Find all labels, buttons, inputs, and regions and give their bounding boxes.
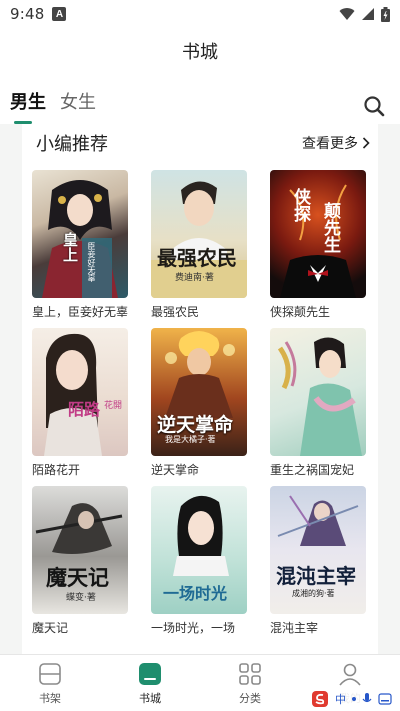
search-icon[interactable] [362,94,386,118]
section-title: 小编推荐 [36,134,108,155]
book-card[interactable]: 皇上 臣妾好无辜 皇上，臣妾好无辜 [32,170,128,328]
book-card[interactable]: 混沌主宰 成湘的狗·著 混沌主宰 [270,486,366,644]
book-cover: 一场时光 [151,486,247,614]
cover-subtitle: 臣妾好无辜 [87,242,96,282]
cover-title: 陌路 [68,400,101,419]
book-cover: 侠探 颠先生 [270,170,366,298]
book-card[interactable]: 一场时光 一场时光，一场 [151,486,247,644]
book-card[interactable]: 魔天记 蝶变·著 魔天记 [32,486,128,644]
book-card[interactable]: 侠探 颠先生 侠探颠先生 [270,170,366,328]
bookshelf-icon [39,663,61,685]
status-icons [339,6,390,22]
cover-title: 侠探 [290,188,310,222]
ime-dot-icon [352,697,356,701]
nav-bookstore[interactable]: 书城 [100,655,200,711]
book-card[interactable]: 逆天掌命 我是大橘子·著 逆天掌命 [151,328,247,486]
battery-icon [381,6,390,22]
book-cover: 混沌主宰 成湘的狗·著 [270,486,366,614]
cover-subtitle: 我是大橘子·著 [165,435,216,444]
nav-label: 分类 [239,692,261,705]
cover-title: 一场时光 [163,584,228,603]
book-cover: 最强农民 费迪南·著 [151,170,247,298]
cover-title: 混沌主宰 [276,564,356,588]
cover-subtitle: 颠先生 [320,202,340,253]
section-header: 小编推荐 查看更多 [36,128,370,158]
cover-subtitle: 蝶变·著 [66,593,96,603]
wifi-icon [339,8,355,20]
book-title: 一场时光，一场 [151,621,236,635]
notification-icon: A [52,7,67,21]
ime-label: 中 [335,693,346,706]
cover-subtitle: 花開 [104,401,123,411]
book-title: 魔天记 [32,621,69,635]
sogou-icon [312,691,328,707]
book-cover [270,328,366,456]
cover-title: 皇上 [61,232,79,262]
chevron-right-icon [362,137,370,149]
book-card[interactable]: 最强农民 费迪南·著 最强农民 [151,170,247,328]
page-title: 书城 [182,42,218,63]
book-cover: 魔天记 蝶变·著 [32,486,128,614]
bookstore-icon [139,663,161,685]
recommend-section: 小编推荐 查看更多 皇上 臣妾好无辜 皇上，臣妾好无辜 最强农民 费迪南·著 最… [22,124,378,654]
book-title: 混沌主宰 [270,621,319,635]
nav-label: 书城 [139,692,161,705]
tab-female[interactable]: 女生 [60,88,96,124]
book-cover: 逆天掌命 我是大橘子·著 [151,328,247,456]
status-time: 9:48 [10,5,45,23]
cellular-icon [362,8,374,20]
ime-toolbar[interactable]: 中 [307,689,396,709]
book-cover: 陌路 花開 [32,328,128,456]
cover-title: 最强农民 [157,246,237,270]
category-icon [239,663,261,685]
cover-title: 逆天掌命 [157,414,234,436]
view-more-link[interactable]: 查看更多 [302,133,370,153]
book-cover: 皇上 臣妾好无辜 [32,170,128,298]
cover-subtitle: 费迪南·著 [175,273,214,283]
nav-label: 书架 [39,692,61,705]
nav-category[interactable]: 分类 [200,655,300,711]
cover-subtitle: 成湘的狗·著 [292,589,335,598]
tab-male[interactable]: 男生 [10,88,46,124]
cover-title: 魔天记 [46,565,109,590]
keyboard-icon [378,693,392,705]
profile-icon [339,663,361,686]
status-bar: 9:48 A [0,0,400,28]
gender-tabs: 男生 女生 [10,88,96,124]
view-more-label: 查看更多 [302,136,358,152]
book-grid: 皇上 臣妾好无辜 皇上，臣妾好无辜 最强农民 费迪南·著 最强农民 侠探 颠先生… [32,170,368,644]
microphone-icon [362,693,372,703]
nav-bookshelf[interactable]: 书架 [0,655,100,711]
book-card[interactable]: 陌路 花開 陌路花开 [32,328,128,486]
book-card[interactable]: 重生之祸国宠妃 [270,328,366,486]
